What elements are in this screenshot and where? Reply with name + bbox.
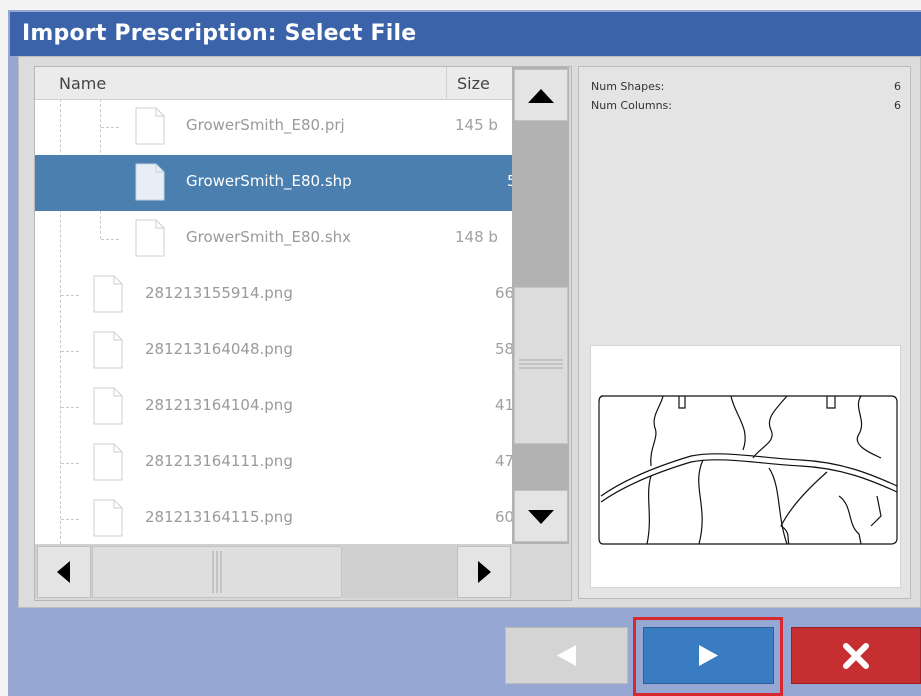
file-icon: [93, 275, 123, 313]
triangle-right-icon: [478, 561, 491, 583]
num-shapes-value: 6: [894, 80, 901, 93]
list-item-selected[interactable]: GrowerSmith_E80.shp 5: [35, 155, 517, 211]
close-x-icon: [843, 643, 869, 669]
list-header: Name Size: [35, 67, 512, 100]
num-shapes-label: Num Shapes:: [591, 80, 665, 93]
file-icon: [135, 163, 165, 201]
grip-icon: [212, 551, 222, 593]
triangle-up-icon: [528, 89, 554, 103]
grip-icon: [519, 359, 563, 369]
file-icon: [93, 499, 123, 537]
list-item[interactable]: 281213164104.png 41: [35, 379, 514, 435]
tree-branch: [101, 239, 119, 240]
file-name: GrowerSmith_E80.shp: [186, 172, 352, 190]
file-name: GrowerSmith_E80.shx: [186, 228, 352, 246]
tree-branch: [61, 519, 79, 520]
file-name: 281213164048.png: [145, 340, 293, 358]
scroll-right-button[interactable]: [457, 546, 511, 598]
list-item[interactable]: 281213164111.png 47: [35, 435, 514, 491]
tree-branch: [61, 295, 79, 296]
back-button[interactable]: [505, 627, 628, 684]
horizontal-scroll-thumb[interactable]: [92, 546, 342, 598]
num-columns-value: 6: [894, 99, 901, 112]
num-columns-label: Num Columns:: [591, 99, 672, 112]
tree-branch: [61, 351, 79, 352]
column-header-size[interactable]: Size: [457, 74, 490, 93]
file-name: GrowerSmith_E80.prj: [186, 116, 345, 134]
tree-branch: [61, 463, 79, 464]
shape-preview: [590, 345, 901, 588]
file-icon: [93, 387, 123, 425]
file-size: 145 b: [455, 116, 498, 134]
file-name: 281213155914.png: [145, 284, 293, 302]
file-size: 148 b: [455, 228, 498, 246]
list-item[interactable]: GrowerSmith_E80.shx 148 b: [35, 211, 512, 267]
file-icon: [135, 219, 165, 257]
scroll-down-button[interactable]: [514, 490, 568, 542]
list-item[interactable]: 281213164115.png 60: [35, 491, 514, 547]
column-divider: [446, 67, 447, 99]
triangle-down-icon: [528, 510, 554, 524]
vertical-scroll-thumb[interactable]: [514, 287, 568, 444]
list-item[interactable]: 281213164048.png 58: [35, 323, 514, 379]
file-name: 281213164104.png: [145, 396, 293, 414]
tree-branch: [61, 407, 79, 408]
dialog-title: Import Prescription: Select File: [10, 12, 921, 56]
file-icon: [93, 331, 123, 369]
arrow-left-icon: [557, 645, 576, 666]
file-icon: [135, 107, 165, 145]
arrow-right-icon: [699, 645, 718, 666]
scroll-left-button[interactable]: [37, 546, 91, 598]
field-boundary-map: [598, 395, 898, 545]
file-name: 281213164111.png: [145, 452, 293, 470]
column-header-name[interactable]: Name: [59, 74, 106, 93]
next-button[interactable]: [643, 627, 774, 684]
list-item[interactable]: 281213155914.png 66: [35, 267, 514, 323]
cancel-button[interactable]: [791, 627, 921, 684]
file-icon: [93, 443, 123, 481]
scrollbar-corner: [512, 544, 569, 598]
list-item[interactable]: GrowerSmith_E80.prj 145 b: [35, 99, 512, 155]
scroll-up-button[interactable]: [514, 69, 568, 121]
triangle-left-icon: [57, 561, 70, 583]
tree-branch: [101, 127, 119, 128]
file-name: 281213164115.png: [145, 508, 293, 526]
